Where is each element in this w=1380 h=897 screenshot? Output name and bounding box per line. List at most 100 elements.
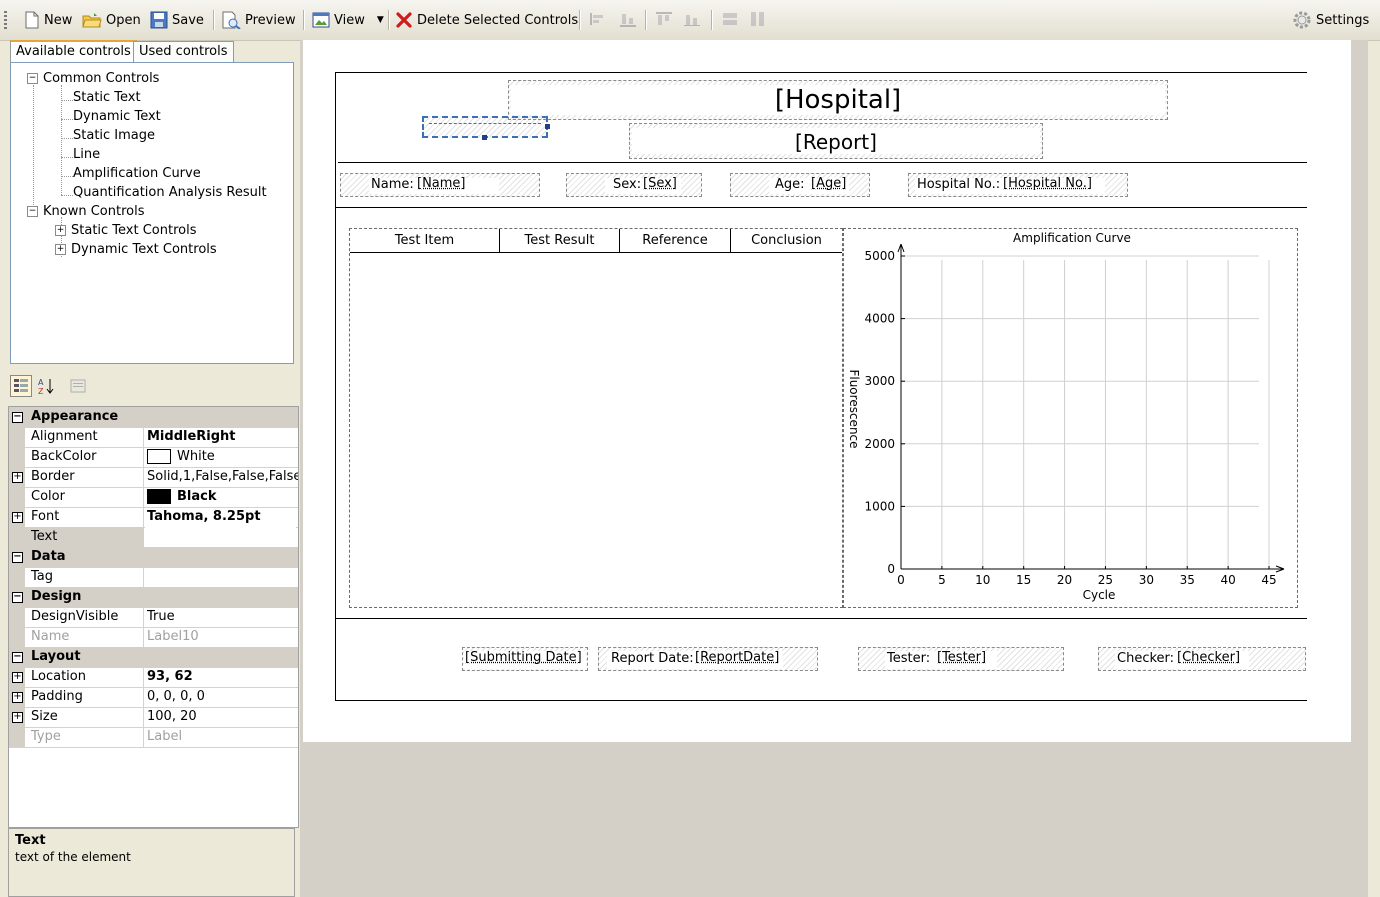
prop-row-color[interactable]: Color Black (9, 487, 298, 508)
prop-row-padding[interactable]: + Padding 0, 0, 0, 0 (9, 687, 298, 708)
x-tick-label: 30 (1139, 573, 1154, 587)
settings-button[interactable]: Settings (1292, 8, 1369, 32)
property-grid[interactable]: − Appearance Alignment MiddleRight BackCol… (8, 406, 299, 828)
toolbar-grip[interactable] (4, 11, 7, 29)
align-top-icon[interactable] (655, 11, 673, 27)
collapse-icon[interactable]: − (12, 652, 23, 663)
expand-icon[interactable]: + (12, 472, 23, 483)
prop-row-type[interactable]: Type Label (9, 727, 298, 748)
collapse-icon[interactable]: − (27, 206, 38, 217)
sex-field-control[interactable]: Sex: [Sex] (566, 173, 702, 197)
tree-node-common-controls[interactable]: − Common Controls (27, 71, 159, 86)
category-layout[interactable]: − Layout (9, 647, 298, 668)
category-design[interactable]: − Design (9, 587, 298, 608)
report-date-control[interactable]: Report Date: [ReportDate] (598, 647, 818, 671)
new-button[interactable]: New (24, 8, 72, 32)
selected-label-control[interactable] (422, 116, 550, 140)
prop-value-designvisible[interactable]: True (147, 607, 298, 627)
open-button[interactable]: Open (82, 8, 141, 32)
report-title-control[interactable]: [Report] (629, 123, 1043, 159)
design-surface[interactable]: [Hospital] [Report] Name: [Name] Sex: [S… (303, 40, 1351, 742)
report-date-label: Report Date: (611, 651, 694, 666)
sort-alphabetical-icon[interactable]: AZ (36, 376, 56, 396)
tree-item-static-image[interactable]: Static Image (73, 128, 155, 143)
tree-node-known-controls[interactable]: − Known Controls (27, 204, 145, 219)
submitting-date-control[interactable]: [Submitting Date] (462, 647, 588, 671)
controls-tree[interactable]: − Common Controls Static Text Dynamic Tex… (10, 62, 294, 364)
column-header-test-item[interactable]: Test Item (350, 229, 500, 253)
prop-row-location[interactable]: + Location 93, 62 (9, 667, 298, 688)
age-field-control[interactable]: Age: [Age] (730, 173, 870, 197)
align-bottom-icon[interactable] (619, 11, 637, 27)
column-header-conclusion[interactable]: Conclusion (731, 229, 842, 253)
collapse-icon[interactable]: − (12, 552, 23, 563)
expand-icon[interactable]: + (12, 672, 23, 683)
prop-value-border[interactable]: Solid,1,False,False,False (147, 467, 298, 487)
results-table[interactable]: Test Item Test Result Reference Conclusi… (349, 228, 843, 608)
prop-value-alignment[interactable]: MiddleRight (147, 427, 298, 447)
divider-line[interactable] (336, 618, 1307, 619)
tree-item-static-text[interactable]: Static Text (73, 90, 141, 105)
view-dropdown-button[interactable]: View ▼ (312, 8, 384, 32)
prop-value-padding[interactable]: 0, 0, 0, 0 (147, 687, 298, 707)
expand-icon[interactable]: + (55, 225, 66, 236)
expand-icon[interactable]: + (12, 712, 23, 723)
hospital-no-field-control[interactable]: Hospital No.: [Hospital No.] (908, 173, 1128, 197)
property-pages-icon[interactable] (68, 376, 88, 396)
tab-used-controls[interactable]: Used controls (133, 41, 234, 62)
report-page[interactable]: [Hospital] [Report] Name: [Name] Sex: [S… (335, 72, 1307, 701)
collapse-icon[interactable]: − (12, 412, 23, 423)
prop-row-tag[interactable]: Tag (9, 567, 298, 588)
prop-value-location[interactable]: 93, 62 (147, 667, 298, 687)
prop-value-color[interactable]: Black (147, 487, 298, 507)
category-data[interactable]: − Data (9, 547, 298, 568)
expand-icon[interactable]: + (12, 512, 23, 523)
expand-icon[interactable]: + (55, 244, 66, 255)
save-button[interactable]: Save (150, 8, 204, 32)
collapse-icon[interactable]: − (12, 592, 23, 603)
prop-row-designvisible[interactable]: DesignVisible True (9, 607, 298, 628)
prop-row-size[interactable]: + Size 100, 20 (9, 707, 298, 728)
expand-icon[interactable]: + (12, 692, 23, 703)
same-height-icon[interactable] (749, 11, 767, 27)
resize-handle[interactable] (545, 124, 550, 129)
prop-row-backcolor[interactable]: BackColor White (9, 447, 298, 468)
prop-row-font[interactable]: + Font Tahoma, 8.25pt (9, 507, 298, 528)
chart-plot: 0 5 10 15 20 25 30 35 40 45 0 1000 2000 3000 4000 5000 A… (847, 231, 1285, 602)
align-middle-icon[interactable] (683, 11, 701, 27)
name-field-control[interactable]: Name: [Name] (340, 173, 540, 197)
divider-line[interactable] (336, 207, 1307, 208)
align-left-icon[interactable] (589, 11, 607, 27)
age-label: Age: (775, 177, 805, 192)
prop-row-alignment[interactable]: Alignment MiddleRight (9, 427, 298, 448)
tree-item-line[interactable]: Line (73, 147, 100, 162)
tree-item-amplification-curve[interactable]: Amplification Curve (73, 166, 201, 181)
checker-control[interactable]: Checker: [Checker] (1098, 647, 1306, 671)
same-width-icon[interactable] (721, 11, 739, 27)
tree-node-static-text-controls[interactable]: + Static Text Controls (55, 223, 197, 238)
prop-value-font[interactable]: Tahoma, 8.25pt (147, 507, 298, 527)
x-tick-label: 5 (938, 573, 946, 587)
column-header-reference[interactable]: Reference (620, 229, 731, 253)
prop-value-text[interactable] (145, 527, 296, 547)
prop-row-name[interactable]: Name Label10 (9, 627, 298, 648)
categorized-icon[interactable] (10, 375, 32, 397)
hospital-title-control[interactable]: [Hospital] (508, 80, 1168, 120)
tree-item-dynamic-text[interactable]: Dynamic Text (73, 109, 161, 124)
tab-available-controls[interactable]: Available controls (10, 40, 137, 64)
tester-control[interactable]: Tester: [Tester] (858, 647, 1064, 671)
tree-node-dynamic-text-controls[interactable]: + Dynamic Text Controls (55, 242, 217, 257)
tree-item-quantification-result[interactable]: Quantification Analysis Result (73, 185, 267, 200)
delete-selected-controls-button[interactable]: Delete Selected Controls (395, 8, 578, 32)
prop-row-text[interactable]: Text (9, 527, 296, 548)
prop-row-border[interactable]: + Border Solid,1,False,False,False (9, 467, 298, 488)
category-appearance[interactable]: − Appearance (9, 407, 298, 428)
resize-handle[interactable] (482, 135, 487, 140)
column-header-test-result[interactable]: Test Result (500, 229, 620, 253)
amplification-curve-chart[interactable]: 0 5 10 15 20 25 30 35 40 45 0 1000 2000 3000 4000 5000 A… (843, 228, 1298, 608)
collapse-icon[interactable]: − (27, 73, 38, 84)
prop-value-size[interactable]: 100, 20 (147, 707, 298, 727)
prop-value-backcolor[interactable]: White (147, 447, 298, 467)
preview-button[interactable]: Preview (221, 8, 296, 32)
divider-line[interactable] (338, 162, 1307, 163)
